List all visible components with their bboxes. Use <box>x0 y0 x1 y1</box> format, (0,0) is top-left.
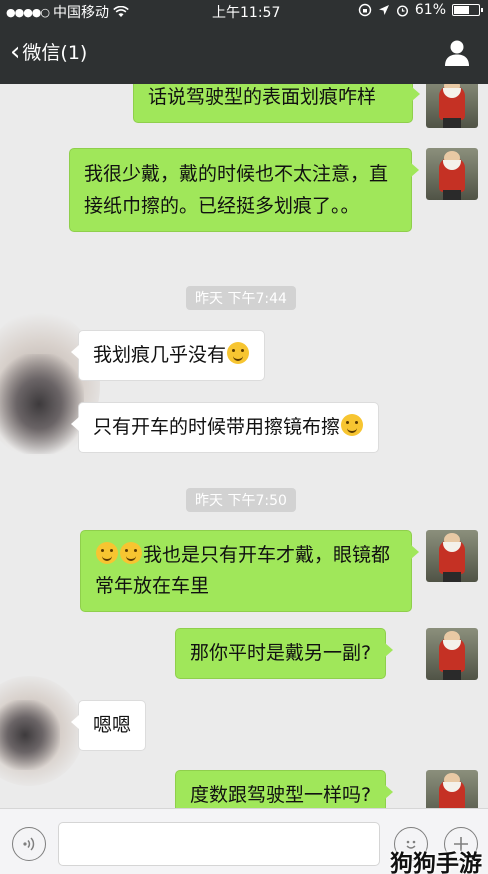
location-arrow-icon <box>378 5 389 15</box>
signal-dots-icon: ●●●●○ <box>6 5 50 19</box>
message-text: 嗯嗯 <box>93 714 132 736</box>
avatar[interactable] <box>426 530 478 582</box>
message-text: 我很少戴，戴的时候也不太注意，直接纸巾擦的。已经挺多划痕了。。 <box>84 163 389 217</box>
message-bubble[interactable]: 我划痕几乎没有 <box>70 330 266 381</box>
message-bubble[interactable]: 那你平时是戴另一副? <box>175 628 394 679</box>
avatar[interactable] <box>426 770 478 808</box>
voice-icon <box>23 837 35 851</box>
message-text: 度数跟驾驶型一样吗? <box>190 784 372 806</box>
message-text: 那你平时是戴另一副? <box>190 642 372 664</box>
chevron-left-icon: ‹ <box>10 36 21 67</box>
carrier-label: 中国移动 <box>53 5 109 21</box>
message-bubble[interactable]: 我也是只有开车才戴，眼镜都常年放在车里 <box>80 530 419 612</box>
status-time: 上午11:57 <box>212 5 281 21</box>
nav-bar: ‹ 微信(1) <box>0 22 488 84</box>
chat-area[interactable]: 话说驾驶型的表面划痕咋样 我很少戴，戴的时候也不太注意，直接纸巾擦的。已经挺多划… <box>0 84 488 808</box>
back-button[interactable]: ‹ 微信(1) <box>10 38 87 65</box>
message-bubble[interactable]: 我很少戴，戴的时候也不太注意，直接纸巾擦的。已经挺多划痕了。。 <box>69 148 419 232</box>
battery-icon <box>452 4 483 16</box>
rolling-laughing-emoji <box>96 542 118 564</box>
rolling-laughing-emoji <box>120 542 142 564</box>
message-bubble[interactable]: 话说驾驶型的表面划痕咋样 <box>133 84 420 123</box>
battery-percent: 61% <box>414 2 446 18</box>
message-text: 只有开车的时候带用擦镜布擦 <box>93 416 341 438</box>
message-bubble[interactable]: 嗯嗯 <box>70 700 147 751</box>
message-bubble[interactable]: 只有开车的时候带用擦镜布擦 <box>70 402 380 453</box>
avatar <box>0 700 60 770</box>
timestamp: 昨天 下午7:44 <box>186 286 296 310</box>
timestamp: 昨天 下午7:50 <box>186 488 296 512</box>
avatar[interactable] <box>426 148 478 200</box>
status-bar: ●●●●○ 中国移动 上午11:57 61% <box>0 0 488 22</box>
message-text: 话说驾驶型的表面划痕咋样 <box>148 86 377 108</box>
avatar[interactable] <box>426 628 478 680</box>
message-text: 我划痕几乎没有 <box>93 344 227 366</box>
person-icon[interactable] <box>442 38 472 68</box>
rotation-lock-icon <box>358 3 372 17</box>
back-label: 微信(1) <box>22 42 88 64</box>
wifi-icon <box>113 6 129 17</box>
message-bubble[interactable]: 度数跟驾驶型一样吗? <box>175 770 394 808</box>
thinking-face-emoji <box>227 342 250 364</box>
avatar <box>0 354 84 454</box>
grinning-face-emoji <box>341 414 364 436</box>
message-input[interactable] <box>58 822 380 866</box>
avatar[interactable] <box>426 84 478 128</box>
alarm-icon <box>396 4 408 17</box>
watermark-text: 狗狗手游 <box>390 851 482 874</box>
voice-button[interactable] <box>12 827 46 861</box>
